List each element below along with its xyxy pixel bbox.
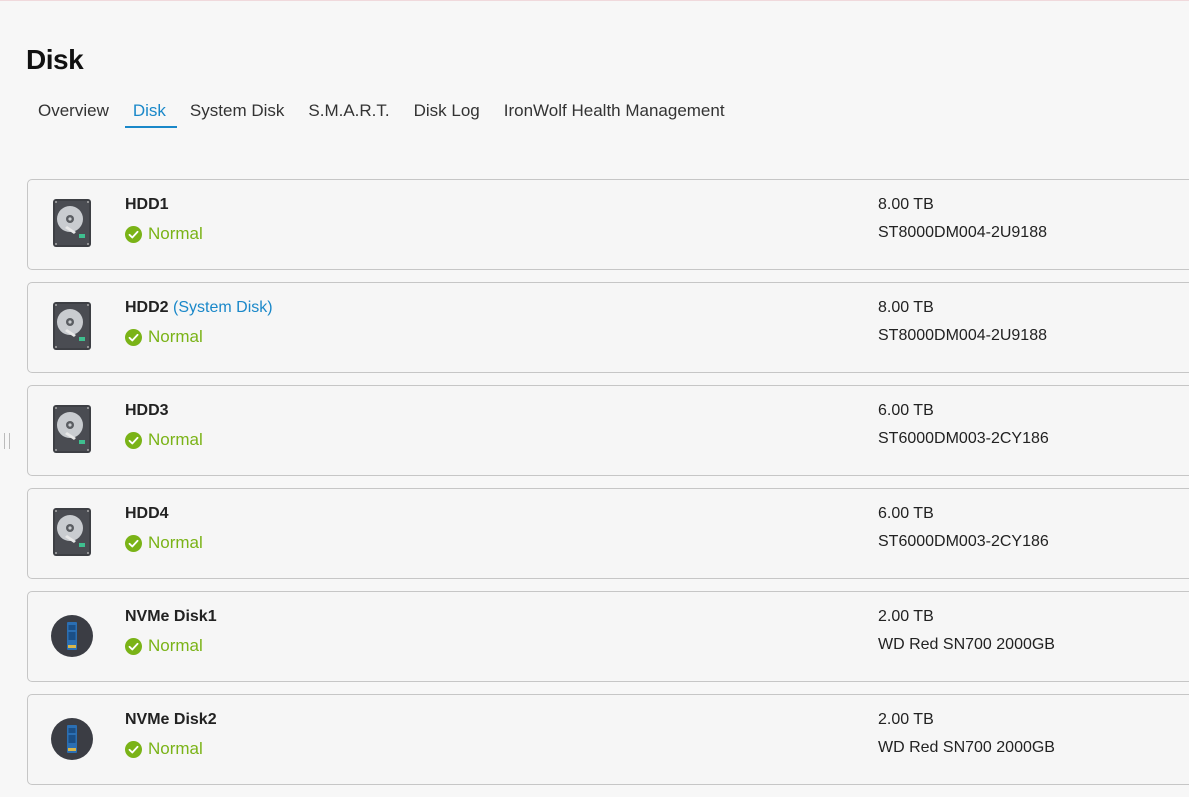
check-circle-icon — [125, 431, 142, 449]
disk-name: HDD3 — [125, 402, 169, 419]
disk-name: NVMe Disk2 — [125, 711, 217, 728]
disk-model: ST6000DM003-2CY186 — [878, 533, 1049, 550]
disk-name: HDD1 — [125, 196, 169, 213]
disk-card-hdd1[interactable]: HDD1 Normal 8.00 TB ST8000DM004-2U9188 — [27, 179, 1189, 270]
check-circle-icon — [125, 328, 142, 346]
disk-name: HDD2 (System Disk) — [125, 299, 273, 316]
disk-card-nvme1[interactable]: NVMe Disk1 Normal 2.00 TB WD Red SN700 2… — [27, 591, 1189, 682]
nvme-icon — [51, 615, 93, 657]
hdd-icon — [53, 508, 91, 556]
disk-card-hdd2[interactable]: HDD2 (System Disk) Normal 8.00 TB ST8000… — [27, 282, 1189, 373]
status-indicator: Normal — [125, 327, 203, 347]
disk-capacity: 2.00 TB — [878, 711, 934, 728]
disk-model: ST8000DM004-2U9188 — [878, 327, 1047, 344]
status-indicator: Normal — [125, 636, 203, 656]
status-indicator: Normal — [125, 739, 203, 759]
disk-capacity: 8.00 TB — [878, 299, 934, 316]
tab-disk-log[interactable]: Disk Log — [402, 98, 492, 128]
system-disk-tag: (System Disk) — [173, 299, 273, 316]
tab-system-disk[interactable]: System Disk — [178, 98, 296, 128]
tab-disk[interactable]: Disk — [121, 98, 178, 128]
disk-card-nvme2[interactable]: NVMe Disk2 Normal 2.00 TB WD Red SN700 2… — [27, 694, 1189, 785]
disk-list: HDD1 Normal 8.00 TB ST8000DM004-2U9188 H… — [27, 179, 1189, 797]
disk-model: ST6000DM003-2CY186 — [878, 430, 1049, 447]
disk-name: NVMe Disk1 — [125, 608, 217, 625]
status-label: Normal — [148, 533, 203, 552]
disk-card-hdd4[interactable]: HDD4 Normal 6.00 TB ST6000DM003-2CY186 — [27, 488, 1189, 579]
status-label: Normal — [148, 430, 203, 449]
disk-model: WD Red SN700 2000GB — [878, 636, 1055, 653]
tab-smart[interactable]: S.M.A.R.T. — [296, 98, 401, 128]
check-circle-icon — [125, 637, 142, 655]
status-label: Normal — [148, 224, 203, 243]
top-border — [0, 0, 1189, 1]
panel-resize-handle[interactable] — [4, 433, 10, 449]
nvme-icon — [51, 718, 93, 760]
disk-card-hdd3[interactable]: HDD3 Normal 6.00 TB ST6000DM003-2CY186 — [27, 385, 1189, 476]
status-label: Normal — [148, 739, 203, 758]
status-indicator: Normal — [125, 533, 203, 553]
disk-capacity: 2.00 TB — [878, 608, 934, 625]
hdd-icon — [53, 405, 91, 453]
status-indicator: Normal — [125, 430, 203, 450]
check-circle-icon — [125, 740, 142, 758]
disk-capacity: 6.00 TB — [878, 402, 934, 419]
disk-model: WD Red SN700 2000GB — [878, 739, 1055, 756]
disk-capacity: 6.00 TB — [878, 505, 934, 522]
status-label: Normal — [148, 636, 203, 655]
check-circle-icon — [125, 534, 142, 552]
disk-capacity: 8.00 TB — [878, 196, 934, 213]
tab-bar: Overview Disk System Disk S.M.A.R.T. Dis… — [26, 98, 737, 130]
disk-name: HDD4 — [125, 505, 169, 522]
tab-overview[interactable]: Overview — [26, 98, 121, 128]
hdd-icon — [53, 199, 91, 247]
page-title: Disk — [26, 44, 84, 75]
hdd-icon — [53, 302, 91, 350]
disk-model: ST8000DM004-2U9188 — [878, 224, 1047, 241]
status-label: Normal — [148, 327, 203, 346]
status-indicator: Normal — [125, 224, 203, 244]
check-circle-icon — [125, 225, 142, 243]
tab-ironwolf-health[interactable]: IronWolf Health Management — [492, 98, 737, 128]
